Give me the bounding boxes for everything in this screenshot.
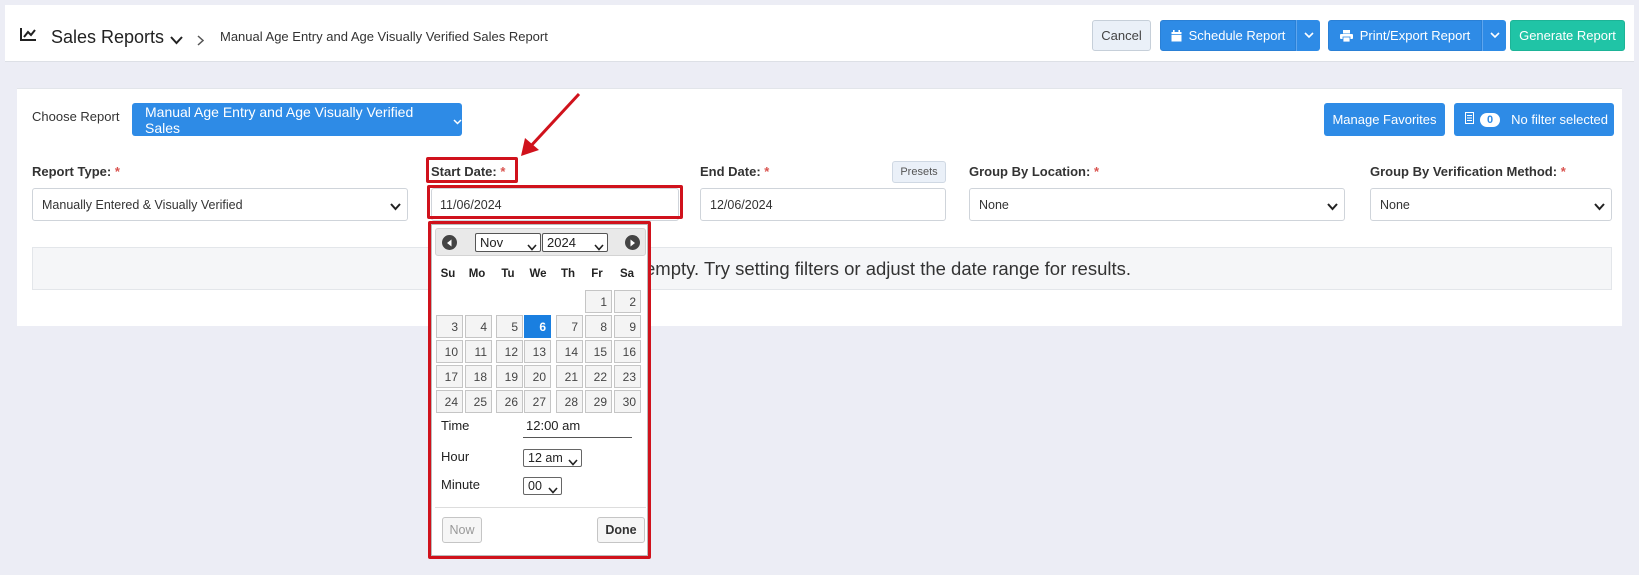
calendar-icon — [1171, 29, 1182, 42]
schedule-dropdown-toggle[interactable] — [1296, 20, 1320, 51]
breadcrumb: Manual Age Entry and Age Visually Verifi… — [220, 29, 548, 44]
group-location-value: None — [979, 197, 1009, 212]
chevron-down-icon[interactable] — [170, 32, 183, 50]
printer-icon — [1339, 29, 1353, 42]
filter-icon — [1465, 112, 1474, 127]
report-type-select[interactable]: Manually Entered & Visually Verified — [32, 188, 408, 221]
chevron-down-icon — [1303, 32, 1314, 39]
date-picker-highlight — [428, 221, 651, 559]
group-verification-select[interactable]: None — [1370, 188, 1612, 221]
start-date-label-highlight — [426, 157, 518, 183]
chevron-right-icon — [197, 33, 205, 51]
report-select-value: Manual Age Entry and Age Visually Verifi… — [145, 103, 414, 136]
manage-favorites-button[interactable]: Manage Favorites — [1324, 103, 1445, 136]
print-export-dropdown-toggle[interactable] — [1482, 20, 1506, 51]
schedule-report-label: Schedule Report — [1188, 28, 1286, 43]
chevron-down-icon — [1327, 200, 1338, 214]
annotation-arrow-icon — [521, 92, 581, 156]
group-verification-value: None — [1380, 197, 1410, 212]
chevron-down-icon — [390, 200, 401, 214]
report-select-dropdown[interactable]: Manual Age Entry and Age Visually Verifi… — [132, 103, 462, 136]
empty-state-message: empty. Try setting filters or adjust the… — [645, 258, 1132, 279]
end-date-value: 12/06/2024 — [710, 197, 773, 212]
report-type-label: Report Type: * — [32, 164, 120, 179]
group-verification-label: Group By Verification Method: * — [1370, 164, 1566, 179]
chevron-down-icon — [1594, 200, 1605, 214]
schedule-report-button[interactable]: Schedule Report — [1160, 20, 1296, 51]
presets-button[interactable]: Presets — [892, 161, 946, 183]
group-location-label: Group By Location: * — [969, 164, 1100, 179]
filter-label: No filter selected — [1511, 112, 1608, 127]
cancel-button[interactable]: Cancel — [1092, 20, 1151, 51]
print-export-label: Print/Export Report — [1359, 28, 1471, 43]
app-title: Sales Reports — [51, 27, 165, 47]
filter-button[interactable]: 0 No filter selected — [1454, 103, 1614, 136]
chart-line-icon — [20, 27, 37, 46]
report-type-value: Manually Entered & Visually Verified — [42, 197, 243, 212]
chevron-down-icon — [453, 112, 462, 128]
end-date-label: End Date: * — [700, 164, 770, 179]
chevron-down-icon — [1489, 32, 1500, 39]
end-date-input[interactable]: 12/06/2024 — [700, 188, 946, 221]
start-date-input-highlight — [427, 185, 683, 219]
group-location-select[interactable]: None — [969, 188, 1345, 221]
print-export-button[interactable]: Print/Export Report — [1328, 20, 1482, 51]
generate-report-button[interactable]: Generate Report — [1510, 20, 1625, 51]
choose-report-label: Choose Report — [32, 109, 120, 124]
filter-count-badge: 0 — [1480, 112, 1501, 127]
